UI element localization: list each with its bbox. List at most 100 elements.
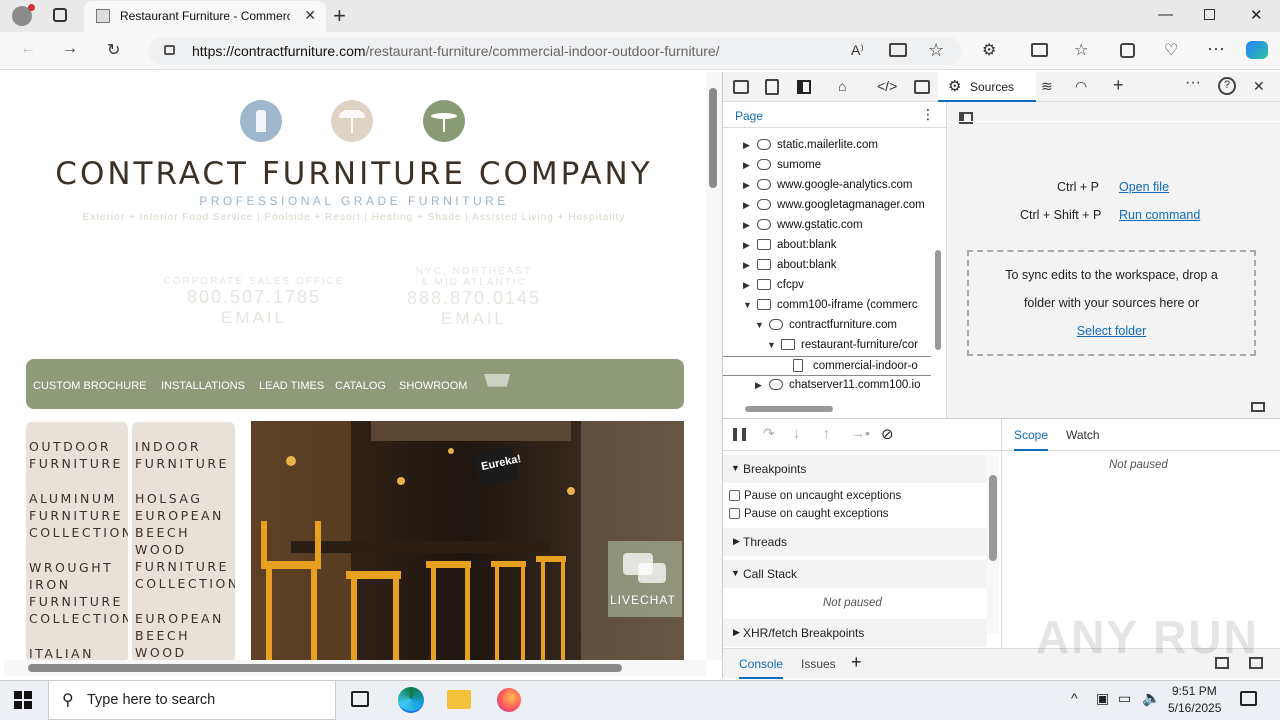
page-vertical-scrollbar[interactable] [706, 72, 722, 660]
browser-tab[interactable]: Restaurant Furniture - Commercial Indoor… [84, 1, 326, 32]
tab-watch[interactable]: Watch [1066, 428, 1100, 442]
tab-console[interactable]: Console [739, 657, 784, 679]
indoor-category-link[interactable]: WOOD [135, 644, 187, 661]
expand-arrow-icon[interactable]: ▼ [767, 340, 776, 350]
tree-item[interactable]: ▶ sumome [723, 156, 931, 176]
help-icon[interactable]: ? [1218, 77, 1236, 95]
nav-showroom[interactable]: SHOWROOM [399, 380, 467, 392]
settings-more-icon[interactable]: ··· [1207, 38, 1225, 59]
open-file-link[interactable]: Open file [1119, 180, 1169, 194]
indoor-category-link[interactable]: INDOOR [135, 438, 201, 455]
breakpoints-section[interactable]: ▼ Breakpoints [723, 455, 987, 483]
notifications-icon[interactable] [1240, 691, 1257, 706]
tab-scope[interactable]: Scope [1014, 428, 1049, 451]
edge-taskbar-icon[interactable] [398, 687, 424, 713]
tree-item[interactable]: ▶ static.mailerlite.com [723, 136, 931, 156]
nav-custom-brochure[interactable]: CUSTOM BROCHURE [33, 380, 146, 392]
console-icon[interactable] [914, 80, 930, 94]
workspace-drop-zone[interactable]: To sync edits to the workspace, drop a f… [967, 250, 1256, 356]
contact-phone[interactable]: 888.870.0145 [389, 288, 559, 309]
indoor-category-link[interactable]: BEECH [135, 524, 190, 541]
tree-item[interactable]: ▶ about:blank [723, 256, 931, 276]
clock-date[interactable]: 5/16/2025 [1168, 701, 1221, 715]
add-drawer-tab-icon[interactable]: + [851, 652, 862, 673]
collapse-arrow-icon[interactable]: ▶ [743, 280, 750, 291]
threads-section[interactable]: ▶ Threads [723, 528, 987, 556]
select-folder-link[interactable]: Select folder [969, 324, 1254, 338]
nav-installations[interactable]: INSTALLATIONS [161, 380, 245, 392]
expand-arrow-icon[interactable]: ▼ [755, 320, 764, 330]
tab-issues[interactable]: Issues [801, 657, 836, 671]
outdoor-category-link[interactable]: FURNITURE [29, 507, 123, 524]
outdoor-category-link[interactable]: ALUMINUM [29, 490, 117, 507]
dock-icon[interactable] [797, 80, 811, 94]
collapse-arrow-icon[interactable]: ▶ [743, 140, 750, 151]
copilot-icon[interactable] [1246, 41, 1268, 59]
collapse-arrow-icon[interactable]: ▶ [743, 200, 750, 211]
firefox-icon[interactable] [497, 688, 521, 712]
collapse-arrow-icon[interactable]: ▶ [743, 240, 750, 251]
performance-icon[interactable]: ♡ [1164, 40, 1178, 60]
contact-phone[interactable]: 800.507.1785 [154, 287, 354, 308]
collapse-arrow-icon[interactable]: ▶ [743, 180, 750, 191]
volume-icon[interactable]: 🔈 [1142, 689, 1161, 707]
brand-title[interactable]: CONTRACT FURNITURE COMPANY [4, 156, 704, 192]
extensions-icon[interactable]: ⚙ [982, 40, 996, 60]
deactivate-breakpoints-icon[interactable]: ⊘ [881, 425, 894, 443]
tab-sources[interactable]: ⚙ Sources [938, 72, 1036, 102]
contact-email-link[interactable]: EMAIL [154, 308, 354, 328]
tab-page[interactable]: Page [735, 109, 763, 123]
call-stack-section[interactable]: ▼ Call Stack [723, 560, 987, 588]
outdoor-category-link[interactable]: IRON [29, 576, 71, 593]
indoor-category-link[interactable]: FURNITURE [135, 455, 229, 472]
pause-uncaught-row[interactable]: Pause on uncaught exceptions [729, 490, 901, 502]
close-window-icon[interactable]: ✕ [1250, 6, 1263, 24]
immersive-reader-icon[interactable] [889, 43, 907, 57]
indoor-category-link[interactable]: HOLSAG [135, 490, 202, 507]
tree-item[interactable]: ▼ contractfurniture.com [723, 316, 931, 336]
inspect-icon[interactable] [733, 80, 749, 94]
read-aloud-icon[interactable]: A⁾ [851, 42, 864, 59]
collapse-arrow-icon[interactable]: ▶ [743, 260, 750, 271]
toggle-navigator-icon[interactable] [959, 112, 973, 124]
maximize-icon[interactable] [1204, 9, 1215, 20]
show-hidden-icons[interactable]: ^ [1071, 690, 1078, 706]
collapse-arrow-icon[interactable]: ▶ [743, 160, 750, 171]
tree-item[interactable]: ▶ about:blank [723, 236, 931, 256]
close-devtools-icon[interactable]: ✕ [1253, 78, 1265, 95]
pause-caught-row[interactable]: Pause on caught exceptions [729, 508, 889, 520]
tree-horizontal-scrollbar[interactable] [729, 404, 929, 414]
nav-lead-times[interactable]: LEAD TIMES [259, 380, 324, 392]
toggle-debugger-icon[interactable] [1251, 402, 1265, 412]
welcome-home-icon[interactable]: ⌂ [838, 78, 846, 94]
device-emulation-icon[interactable] [765, 79, 779, 95]
taskbar-search[interactable]: ⚲ Type here to search [48, 680, 336, 720]
elements-icon[interactable]: </> [877, 78, 897, 94]
outdoor-category-link[interactable]: FURNITURE [29, 593, 123, 610]
devtools-menu-icon[interactable]: ··· [1185, 74, 1201, 92]
indoor-category-link[interactable]: FURNITURE [135, 558, 229, 575]
collapse-arrow-icon[interactable]: ▶ [743, 220, 750, 231]
livechat-widget[interactable]: LIVECHAT [608, 541, 682, 617]
file-explorer-icon[interactable] [447, 690, 471, 709]
step-out-icon[interactable]: ↑ [823, 425, 830, 441]
wired-network-icon[interactable]: ▭ [1118, 690, 1131, 707]
tree-item[interactable]: ▼ comm100-iframe (commerc [723, 296, 931, 316]
outdoor-category-link[interactable]: WROUGHT [29, 559, 113, 576]
indoor-category-link[interactable]: COLLECTION [135, 575, 235, 592]
outdoor-category-link[interactable]: COLLECTIONS [29, 610, 128, 627]
tree-vertical-scrollbar[interactable] [933, 140, 943, 390]
tree-item[interactable]: ▼ restaurant-furniture/cor [723, 336, 931, 356]
collections-icon[interactable] [1120, 43, 1135, 58]
task-view-icon[interactable] [351, 691, 369, 707]
page-horizontal-scrollbar[interactable] [4, 660, 706, 676]
performance-gauge-icon[interactable]: ◠ [1075, 78, 1087, 95]
split-screen-icon[interactable] [1031, 43, 1048, 57]
tree-item[interactable]: ▶ www.googletagmanager.com [723, 196, 931, 216]
nav-catalog[interactable]: CATALOG [335, 380, 386, 392]
indoor-category-link[interactable]: EUROPEAN [135, 610, 224, 627]
navigator-more-icon[interactable]: ⋮ [921, 106, 935, 123]
minimize-icon[interactable]: — [1158, 6, 1173, 23]
expand-arrow-icon[interactable]: ▼ [743, 300, 752, 310]
favorites-icon[interactable]: ☆ [1074, 40, 1088, 60]
